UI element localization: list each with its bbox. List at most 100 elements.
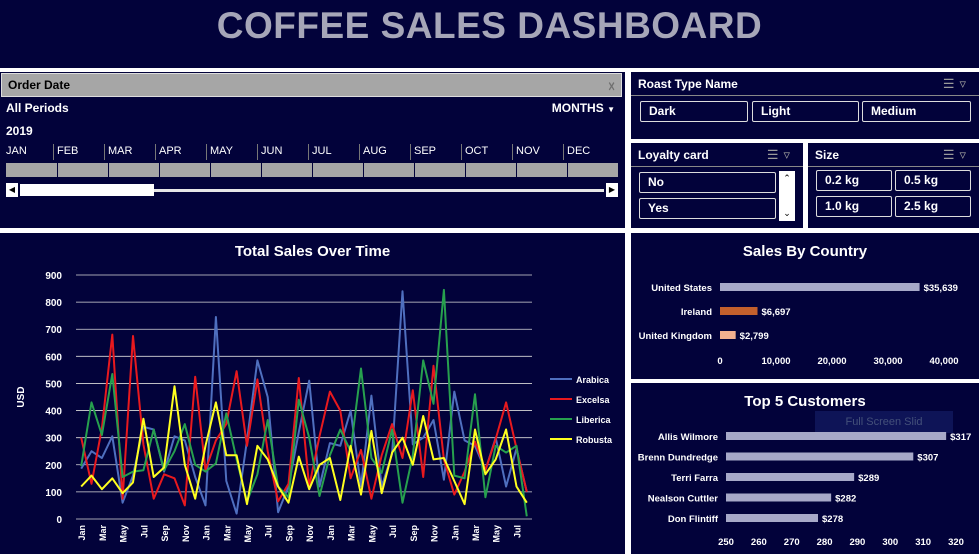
filter-icon[interactable]: ▿ — [783, 147, 795, 162]
roast-type-slicer[interactable]: Roast Type Name ☰▿ Dark Light Medium — [631, 72, 979, 139]
timeline-month-jun[interactable]: JUN — [261, 145, 282, 157]
timeline-month-oct[interactable]: OCT — [465, 145, 488, 157]
timeline-bar-tick — [465, 163, 466, 177]
scroll-up-icon[interactable]: ⌃ — [779, 173, 795, 184]
bar-nealson-cuttler — [726, 493, 832, 502]
timeline-bar-tick — [414, 163, 415, 177]
x-tick-label: Mar — [471, 525, 481, 542]
top-customers-chart: 250 260 270 280 290 300 310 320 Allis Wilmore $31… — [638, 432, 971, 548]
order-date-timeline[interactable]: Order Date ☓ All Periods MONTHS ▼ 2019 J… — [0, 72, 625, 228]
size-item-0-5kg[interactable]: 0.5 kg — [895, 170, 971, 191]
timeline-month-jul[interactable]: JUL — [312, 145, 332, 157]
timeline-bar-tick — [567, 163, 568, 177]
x-tick-label: Jul — [264, 525, 274, 538]
x-tick-label: 260 — [751, 537, 767, 548]
data-label: $307 — [917, 453, 938, 464]
data-label: $35,639 — [924, 283, 958, 294]
legend-label-arabica: Arabica — [576, 375, 610, 385]
size-item-0-2kg[interactable]: 0.2 kg — [816, 170, 892, 191]
legend-label-excelsa: Excelsa — [576, 395, 611, 405]
x-tick-label: 250 — [718, 537, 734, 548]
timeline-tick — [512, 144, 513, 160]
multi-select-icon[interactable]: ☰ — [943, 147, 960, 162]
y-tick-label: 400 — [45, 407, 62, 418]
data-label: $289 — [858, 473, 879, 484]
timeline-bar-tick — [261, 163, 262, 177]
data-label: $2,799 — [740, 331, 769, 342]
timeline-year-label: 2019 — [6, 124, 33, 138]
timeline-header-label: Order Date — [8, 78, 71, 92]
timeline-bar-tick — [363, 163, 364, 177]
size-item-1-0kg[interactable]: 1.0 kg — [816, 196, 892, 217]
x-tick-label: 280 — [817, 537, 833, 548]
timeline-tick — [155, 144, 156, 160]
size-item-2-5kg[interactable]: 2.5 kg — [895, 196, 971, 217]
multi-select-icon[interactable]: ☰ — [767, 147, 784, 162]
filter-icon[interactable]: ▿ — [959, 76, 971, 91]
timeline-month-aug[interactable]: AUG — [363, 145, 387, 157]
timeline-month-mar[interactable]: MAR — [108, 145, 132, 157]
legend-label-liberica: Liberica — [576, 415, 612, 425]
timeline-bar-tick — [210, 163, 211, 177]
timeline-tick — [563, 144, 564, 160]
timeline-level-label: MONTHS — [551, 101, 604, 115]
loyalty-item-yes[interactable]: Yes — [639, 198, 776, 219]
timeline-level-dropdown[interactable]: MONTHS ▼ — [552, 101, 615, 115]
y-tick-label: 900 — [45, 271, 62, 282]
size-slicer[interactable]: Size ☰▿ 0.2 kg 0.5 kg 1.0 kg 2.5 kg — [808, 143, 979, 228]
loyalty-item-no[interactable]: No — [639, 172, 776, 193]
y-tick-label: 800 — [45, 298, 62, 309]
timeline-tick — [308, 144, 309, 160]
x-tick-label: Jan — [202, 525, 212, 541]
timeline-month-apr[interactable]: APR — [159, 145, 182, 157]
loyalty-card-slicer[interactable]: Loyalty card ☰▿ No Yes ⌃ ⌄ — [631, 143, 803, 228]
category-label: Don Flintiff — [668, 514, 719, 525]
x-tick-label: Mar — [347, 525, 357, 542]
x-tick-label: Nov — [181, 525, 191, 542]
timeline-month-feb[interactable]: FEB — [57, 145, 78, 157]
x-tick-label: 310 — [915, 537, 931, 548]
timeline-month-may[interactable]: MAY — [210, 145, 233, 157]
timeline-month-dec[interactable]: DEC — [567, 145, 590, 157]
clear-filter-icon[interactable]: ☓ — [608, 76, 615, 98]
roast-item-light[interactable]: Light — [752, 101, 859, 122]
bar-allis-wilmore — [726, 432, 947, 440]
x-tick-label: Jan — [450, 525, 460, 541]
timeline-month-nov[interactable]: NOV — [516, 145, 540, 157]
x-tick-label: 300 — [882, 537, 898, 548]
size-slicer-title: Size — [815, 148, 840, 162]
category-label: United States — [651, 283, 712, 294]
timeline-month-jan[interactable]: JAN — [6, 145, 27, 157]
total-sales-chart-panel: Total Sales Over Time 0 100 200 300 400 500 60… — [0, 233, 625, 554]
timeline-scrollbar[interactable]: ◀ ▶ — [6, 183, 618, 197]
bar-united-kingdom — [720, 331, 736, 339]
roast-item-dark[interactable]: Dark — [640, 101, 748, 122]
scroll-left-icon[interactable]: ◀ — [6, 183, 18, 197]
timeline-bar-tick — [159, 163, 160, 177]
slicer-scrollbar[interactable]: ⌃ ⌄ — [779, 171, 795, 221]
timeline-month-sep[interactable]: SEP — [414, 145, 436, 157]
data-label: $317 — [950, 432, 971, 443]
multi-select-icon[interactable]: ☰ — [943, 76, 960, 91]
scroll-down-icon[interactable]: ⌄ — [779, 208, 795, 219]
scrollbar-thumb[interactable] — [20, 184, 154, 196]
category-label: Allis Wilmore — [658, 432, 718, 443]
loyalty-slicer-title: Loyalty card — [638, 148, 709, 162]
x-tick-label: May — [119, 525, 129, 543]
timeline-tick — [104, 144, 105, 160]
chevron-down-icon: ▼ — [607, 105, 615, 114]
slicer-divider — [808, 166, 979, 167]
bar-united-states — [720, 283, 920, 291]
x-tick-label: Jul — [139, 525, 149, 538]
filter-icon[interactable]: ▿ — [959, 147, 971, 162]
roast-item-medium[interactable]: Medium — [862, 101, 971, 122]
bar-terri-farra — [726, 473, 855, 481]
timeline-bar-tick — [57, 163, 58, 177]
scroll-right-icon[interactable]: ▶ — [606, 183, 618, 197]
y-tick-label: 200 — [45, 461, 62, 472]
bar-don-flintiff — [726, 514, 818, 522]
timeline-tick — [257, 144, 258, 160]
x-tick-label: 320 — [948, 537, 964, 548]
y-tick-label: 100 — [45, 488, 62, 499]
x-tick-label: Jul — [388, 525, 398, 538]
